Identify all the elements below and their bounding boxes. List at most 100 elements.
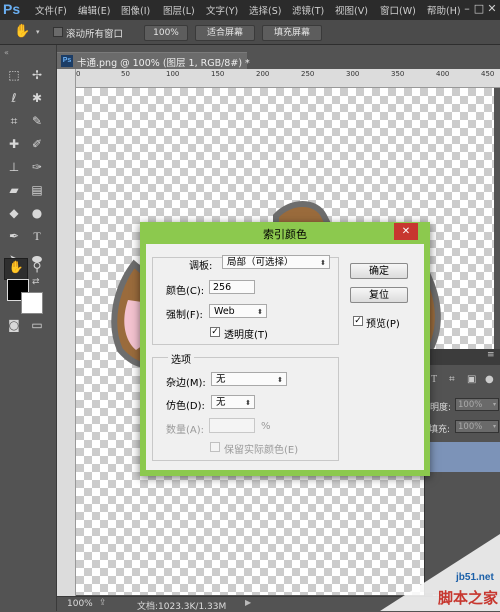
preview-label: 预览(P) (366, 319, 400, 330)
photoshop-logo: Ps (3, 1, 21, 17)
zoom-100-button[interactable]: 100% (144, 25, 188, 41)
hand-tool-active-icon[interactable]: ✋ (4, 258, 28, 280)
ruler-mark: 400 (436, 70, 450, 78)
palette-select[interactable]: 局部（可选择） ⬍ (222, 255, 330, 269)
layer-row-selected[interactable] (425, 442, 500, 472)
ruler-mark: 0 (76, 70, 81, 78)
crop-tool-icon[interactable]: ⌗ (5, 113, 23, 129)
dialog-close-button[interactable]: ✕ (394, 223, 418, 240)
close-window-icon[interactable]: ✕ (485, 2, 499, 16)
magic-wand-tool-icon[interactable]: ✱ (28, 90, 46, 106)
filter-smart-icon[interactable]: ▣ (467, 374, 476, 385)
matte-select[interactable]: 无 ⬍ (211, 372, 287, 386)
transparency-checkbox[interactable]: ✓ (210, 327, 220, 337)
clone-stamp-tool-icon[interactable]: ⊥ (5, 159, 23, 175)
ruler-mark: 350 (391, 70, 405, 78)
fit-screen-button[interactable]: 适合屏幕 (195, 25, 255, 41)
zoom-level[interactable]: 100% (67, 599, 93, 609)
swap-colors-icon[interactable]: ⇄ (32, 277, 40, 287)
tool-preset-chevron-icon[interactable]: ▾ (36, 28, 40, 36)
zoom-tool-icon[interactable]: ⚲ (28, 259, 46, 275)
eraser-tool-icon[interactable]: ▰ (5, 182, 23, 198)
colors-value: 256 (213, 282, 232, 293)
marquee-tool-icon[interactable]: ⬚ (5, 67, 23, 83)
forced-label: 强制(F): (166, 310, 203, 321)
ruler-mark: 300 (346, 70, 360, 78)
hand-tool-icon[interactable]: ✋ (14, 24, 30, 39)
menu-layer[interactable]: 图层(L) (163, 3, 195, 17)
menu-file[interactable]: 文件(F) (35, 3, 67, 17)
options-bar: ✋ ▾ 滚动所有窗口 100% 适合屏幕 填充屏幕 (0, 20, 500, 45)
amount-unit: % (261, 421, 271, 432)
ruler-mark: 200 (256, 70, 270, 78)
document-size: 文档:1023.3K/1.33M (137, 602, 227, 612)
vertical-ruler (57, 87, 76, 596)
blur-tool-icon[interactable]: ◆ (5, 205, 23, 221)
history-brush-tool-icon[interactable]: ✑ (28, 159, 46, 175)
ruler-mark: 100 (166, 70, 180, 78)
filter-type-icon[interactable]: T (431, 374, 437, 385)
opacity-value: 100% (458, 400, 483, 410)
type-tool-icon[interactable]: T (28, 228, 46, 244)
dither-label: 仿色(D): (166, 401, 205, 412)
reset-button[interactable]: 复位 (350, 287, 408, 303)
preserve-colors-checkbox (210, 442, 220, 452)
gradient-tool-icon[interactable]: ▤ (28, 182, 46, 198)
ruler-mark: 450 (481, 70, 495, 78)
menu-view[interactable]: 视图(V) (335, 3, 368, 17)
eyedropper-tool-icon[interactable]: ✎ (28, 113, 46, 129)
fill-screen-button[interactable]: 填充屏幕 (262, 25, 322, 41)
lasso-tool-icon[interactable]: ℓ (5, 90, 23, 106)
document-tab[interactable]: Ps 卡通.png @ 100% (图层 1, RGB/8#) * (57, 52, 250, 70)
forced-value: Web (214, 306, 235, 317)
pen-tool-icon[interactable]: ✒ (5, 228, 23, 244)
dither-value: 无 (216, 397, 226, 408)
menu-filter[interactable]: 滤镜(T) (292, 3, 324, 17)
ruler-mark: 250 (301, 70, 315, 78)
select-arrow-icon: ⬍ (277, 376, 283, 384)
amount-label: 数量(A): (166, 425, 205, 436)
dialog-title-bar[interactable]: 索引颜色 ✕ (140, 222, 430, 244)
dither-select[interactable]: 无 ⬍ (211, 395, 255, 409)
screen-mode-icon[interactable]: ▭ (28, 317, 46, 333)
menu-select[interactable]: 选择(S) (249, 3, 281, 17)
brush-tool-icon[interactable]: ✐ (28, 136, 46, 152)
ok-button[interactable]: 确定 (350, 263, 408, 279)
export-icon[interactable]: ⇪ (99, 598, 107, 608)
watermark-name: 脚本之家 (438, 589, 499, 607)
quick-mask-icon[interactable]: ◙ (5, 317, 23, 333)
fill-field[interactable]: 100% ▾ (455, 420, 499, 433)
colors-input[interactable]: 256 (209, 280, 255, 294)
fill-label: 填充: (429, 425, 451, 435)
background-color-swatch[interactable] (21, 292, 43, 314)
scroll-all-windows-label: 滚动所有窗口 (66, 29, 124, 40)
status-menu-arrow-icon[interactable]: ▶ (245, 598, 251, 607)
menu-help[interactable]: 帮助(H) (427, 3, 461, 17)
ruler-origin[interactable] (57, 69, 76, 88)
filter-shape-icon[interactable]: ⌗ (449, 374, 455, 385)
dodge-tool-icon[interactable]: ● (28, 205, 46, 221)
menu-image[interactable]: 图像(I) (121, 3, 150, 17)
layers-panel-header: ≡ (425, 349, 500, 365)
menu-window[interactable]: 窗口(W) (380, 3, 416, 17)
amount-input (209, 418, 255, 433)
ruler-mark: 50 (121, 70, 130, 78)
move-tool-icon[interactable]: ✢ (28, 67, 46, 83)
select-arrow-icon: ⬍ (257, 308, 263, 316)
menu-bar: Ps 文件(F) 编辑(E) 图像(I) 图层(L) 文字(Y) 选择(S) 滤… (0, 0, 500, 20)
fill-value: 100% (458, 422, 483, 432)
scroll-all-windows-checkbox[interactable] (53, 27, 63, 37)
opacity-field[interactable]: 100% ▾ (455, 398, 499, 411)
ruler-mark: 150 (211, 70, 225, 78)
preview-checkbox[interactable]: ✓ (353, 316, 363, 326)
ps-file-icon: Ps (61, 55, 73, 67)
forced-select[interactable]: Web ⬍ (209, 304, 267, 318)
menu-edit[interactable]: 编辑(E) (78, 3, 110, 17)
collapse-icon[interactable]: « (4, 48, 9, 57)
menu-type[interactable]: 文字(Y) (206, 3, 238, 17)
healing-brush-tool-icon[interactable]: ✚ (5, 136, 23, 152)
maximize-icon[interactable]: □ (472, 2, 486, 16)
filter-toggle-icon[interactable]: ● (485, 374, 494, 385)
panel-menu-icon[interactable]: ≡ (487, 350, 495, 360)
transparency-label: 透明度(T) (224, 330, 268, 341)
